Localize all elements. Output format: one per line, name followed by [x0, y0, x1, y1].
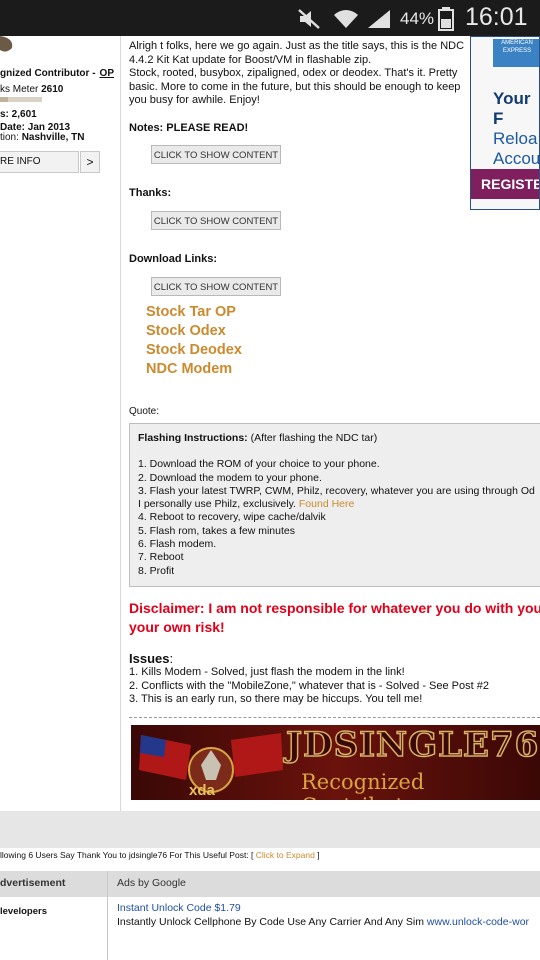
- post-count-text: s: 2,601: [0, 109, 37, 120]
- battery-icon: [438, 7, 454, 31]
- user-title: gnized Contributor - OP: [0, 68, 114, 79]
- issue-2: 2. Conflicts with the "MobileZone," what…: [129, 679, 489, 692]
- issue-3: 3. This is an early run, so there may be…: [129, 693, 423, 705]
- download-link-ndc-modem[interactable]: NDC Modem: [146, 361, 232, 377]
- register-button[interactable]: REGISTE: [471, 169, 539, 199]
- thanks-label: Thanks:: [129, 187, 172, 199]
- signature-divider: [129, 717, 540, 718]
- signal-icon: [368, 10, 390, 28]
- op-badge: OP: [99, 68, 114, 79]
- battery-percent: 44%: [400, 9, 435, 28]
- thanks-meter-label: ks Meter: [0, 84, 39, 95]
- thanks-list-text: llowing 6 Users Say Thank You to jdsingl…: [0, 850, 256, 860]
- step-8: 8. Profit: [138, 564, 175, 577]
- ad-description-text: Instantly Unlock Cellphone By Code Use A…: [117, 916, 427, 928]
- show-notes-button[interactable]: CLICK TO SHOW CONTENT: [151, 145, 281, 164]
- ad-url-link[interactable]: www.unlock-code-wor: [427, 916, 529, 928]
- ads-divider: [107, 871, 108, 960]
- advertisement-label: dvertisement: [0, 877, 66, 889]
- thanks-meter: ks Meter 2610: [0, 84, 63, 95]
- ads-header: dvertisement Ads by Google: [0, 871, 540, 897]
- thanks-meter-fill: [0, 97, 9, 102]
- step-3: 3. Flash your latest TWRP, CWM, Philz, r…: [138, 484, 535, 497]
- thanks-meter-value: 2610: [41, 84, 64, 95]
- show-thanks-button[interactable]: CLICK TO SHOW CONTENT: [151, 211, 281, 230]
- location-value: Nashville, TN: [21, 132, 85, 143]
- expand-button[interactable]: >: [80, 151, 100, 173]
- disclaimer-line-1: Disclaimer: I am not responsible for wha…: [129, 600, 540, 616]
- issues-heading-colon: :: [169, 651, 174, 666]
- status-bar: 44% 16:01: [0, 0, 540, 36]
- download-link-stock-odex[interactable]: Stock Odex: [146, 323, 226, 339]
- location: tion: Nashville, TN: [0, 132, 85, 143]
- download-link-stock-tar-op[interactable]: Stock Tar OP: [146, 304, 236, 320]
- disclaimer: Disclaimer: I am not responsible for wha…: [129, 599, 540, 637]
- ad-line-3: Accou: [493, 149, 540, 168]
- step-3-note: I personally use Philz, exclusively. Fou…: [138, 498, 540, 511]
- mute-icon: [298, 9, 320, 29]
- quote-title-rest: (After flashing the NDC tar): [247, 432, 378, 444]
- step-3-note-text: I personally use Philz, exclusively.: [138, 498, 296, 511]
- wifi-icon: [334, 10, 358, 28]
- user-title-text: gnized Contributor -: [0, 68, 96, 79]
- ad-banner-text: Your F Reloa Accou: [493, 89, 540, 169]
- amex-logo: AMERICAN EXPRESS: [493, 39, 539, 67]
- issue-1: 1. Kills Modem - Solved, just flash the …: [129, 666, 405, 678]
- post-count: s: 2,601: [0, 109, 37, 120]
- issues-heading: Issues:: [129, 651, 173, 666]
- location-label: tion:: [0, 132, 19, 143]
- quote-title-bold: Flashing Instructions:: [138, 432, 248, 444]
- step-2: 2. Download the modem to your phone.: [138, 471, 322, 484]
- xda-logo-text: xda: [189, 782, 215, 799]
- more-info-button[interactable]: RE INFO: [0, 151, 79, 173]
- issues-heading-text: Issues: [129, 651, 170, 666]
- post-body: Alrigh t folks, here we go again. Just a…: [129, 40, 469, 108]
- signature-name: JDSINGLE76: [285, 725, 540, 766]
- developers-label: levelopers: [0, 906, 47, 917]
- disclaimer-line-2: your own risk!: [129, 619, 225, 635]
- post-footer-strip: [0, 811, 540, 848]
- user-sidebar: gnized Contributor - OP ks Meter 2610 s: …: [0, 36, 121, 811]
- quote-box: Flashing Instructions: (After flashing t…: [129, 423, 540, 587]
- download-label: Download Links:: [129, 253, 217, 265]
- step-7: 7. Reboot: [138, 551, 184, 564]
- thanks-list-close: ]: [314, 850, 320, 860]
- amex-brand: AMERICAN EXPRESS: [501, 40, 533, 54]
- thanks-meter-bar: [0, 97, 42, 102]
- issues-list: 1. Kills Modem - Solved, just flash the …: [129, 666, 489, 707]
- ad-line-2: Reloa: [493, 129, 538, 148]
- step-1: 1. Download the ROM of your choice to yo…: [138, 458, 380, 471]
- thanks-list: llowing 6 Users Say Thank You to jdsingl…: [0, 850, 320, 860]
- clock: 16:01: [465, 3, 528, 31]
- click-to-expand-link[interactable]: Click to Expand: [256, 850, 315, 860]
- more-info-label: RE INFO: [0, 156, 41, 167]
- amex-ad-banner[interactable]: AMERICAN EXPRESS Your F Reloa Accou REGI…: [470, 36, 540, 210]
- found-here-link[interactable]: Found Here: [299, 498, 354, 510]
- quote-label: Quote:: [129, 406, 160, 417]
- show-downloads-button[interactable]: CLICK TO SHOW CONTENT: [151, 277, 281, 296]
- avatar: [0, 36, 18, 56]
- post-intro: Alrigh t folks, here we go again. Just a…: [129, 40, 465, 66]
- download-link-stock-deodex[interactable]: Stock Deodex: [146, 342, 242, 358]
- ad-description: Instantly Unlock Cellphone By Code Use A…: [117, 916, 529, 928]
- flashing-instructions-title: Flashing Instructions: (After flashing t…: [138, 432, 540, 445]
- signature-subtitle: Recognized Contributor: [301, 770, 427, 800]
- post-intro-2: Stock, rooted, busybox, zipaligned, odex…: [129, 67, 461, 106]
- ads-by-google-label: Ads by Google: [117, 877, 186, 889]
- notes-label: Notes: PLEASE READ!: [129, 122, 249, 134]
- ad-line-1: Your F: [493, 89, 531, 128]
- step-6: 6. Flash modem.: [138, 538, 217, 551]
- signature-banner: JDSINGLE76 Recognized Contributor xda: [131, 725, 540, 800]
- step-4: 4. Reboot to recovery, wipe cache/dalvik: [138, 511, 326, 524]
- ad-title-link[interactable]: Instant Unlock Code $1.79: [117, 902, 241, 914]
- step-5: 5. Flash rom, takes a few minutes: [138, 524, 295, 537]
